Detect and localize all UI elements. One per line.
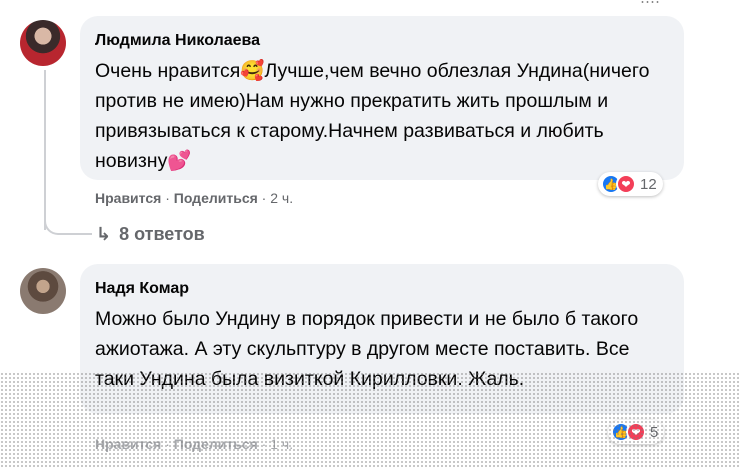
share-action[interactable]: Поделиться: [174, 190, 258, 206]
thread-connector: [44, 195, 92, 235]
avatar[interactable]: [20, 268, 66, 314]
like-action[interactable]: Нравится: [95, 190, 161, 206]
comment-time[interactable]: 1 ч.: [270, 436, 293, 452]
comment-time[interactable]: 2 ч.: [270, 190, 293, 206]
comment-author[interactable]: Людмила Николаева: [95, 32, 260, 50]
reaction-count: 5: [650, 423, 659, 441]
reply-arrow-icon: ↳: [96, 224, 112, 244]
comment-actions: Нравится · Поделиться · 2 ч.: [95, 190, 293, 206]
reaction-count: 12: [640, 175, 657, 193]
love-icon: ❤: [626, 422, 646, 442]
comment-author[interactable]: Надя Комар: [95, 280, 189, 298]
comment-actions: Нравится · Поделиться · 1 ч.: [95, 436, 293, 452]
decorative-dots: [640, 0, 660, 4]
share-action[interactable]: Поделиться: [174, 436, 258, 452]
love-icon: ❤: [616, 174, 636, 194]
separator: ·: [165, 436, 170, 452]
comment-bubble: Людмила Николаева Очень нравится🥰Лучше,ч…: [80, 16, 684, 180]
like-action[interactable]: Нравится: [95, 436, 161, 452]
separator: ·: [261, 190, 267, 206]
reaction-summary[interactable]: 👍 ❤ 5: [608, 420, 665, 444]
view-replies-link[interactable]: ↳ 8 ответов: [96, 224, 205, 245]
comment-bubble: Надя Комар Можно было Ундину в порядок п…: [80, 264, 684, 414]
separator: ·: [261, 436, 267, 452]
reaction-summary[interactable]: 👍 ❤ 12: [598, 172, 663, 196]
separator: ·: [165, 190, 170, 206]
comment-text: Очень нравится🥰Лучше,чем вечно облезлая …: [95, 60, 650, 172]
avatar[interactable]: [20, 20, 66, 66]
comment-text: Можно было Ундину в порядок привести и н…: [95, 308, 639, 390]
replies-label: 8 ответов: [119, 224, 205, 244]
